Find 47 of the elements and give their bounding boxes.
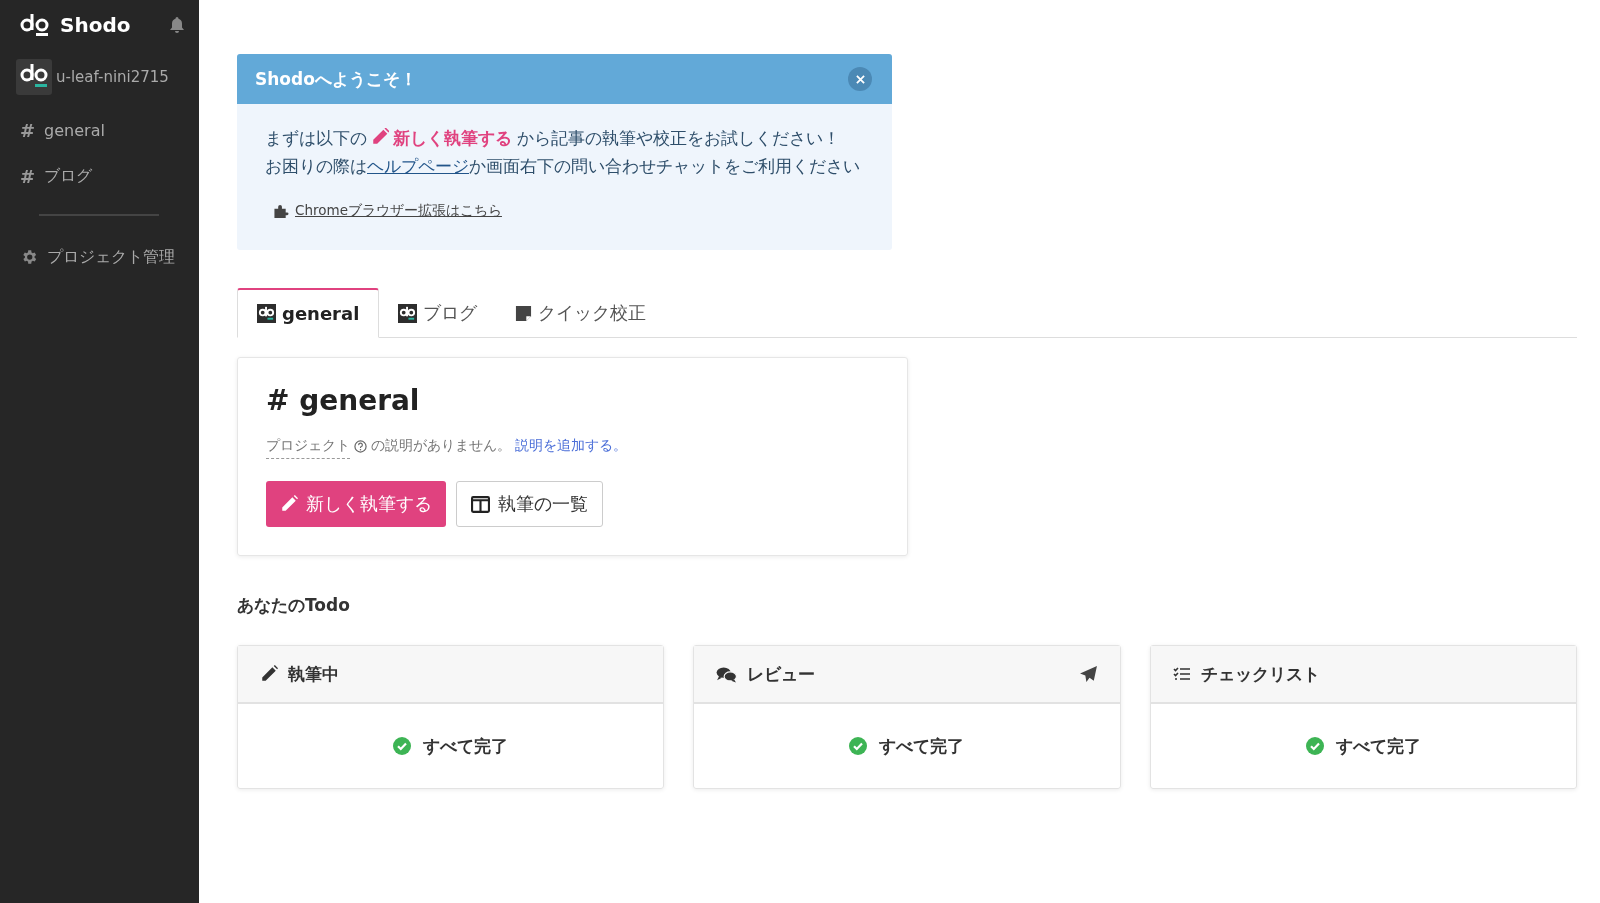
channel-item[interactable]: # ブログ (0, 153, 199, 199)
close-button[interactable] (848, 67, 872, 91)
tab[interactable]: general (237, 288, 380, 338)
pencil-icon (371, 128, 389, 146)
todo-heading: あなたのTodo (237, 594, 351, 617)
welcome-title: Shodoへようこそ！ (255, 67, 417, 91)
logo-icon (20, 13, 50, 37)
pencil-icon (260, 665, 278, 683)
status-text: すべて完了 (1335, 734, 1421, 758)
chrome-extension-link[interactable]: Chromeブラウザー拡張はこちら (295, 202, 502, 220)
add-description-link[interactable]: 説明を追加する。 (515, 437, 627, 455)
columns-icon (471, 495, 490, 513)
tab[interactable]: クイック校正 (496, 288, 666, 338)
user-item[interactable]: u-leaf-nini2715 (16, 59, 199, 95)
project-settings-item[interactable]: プロジェクト管理 (0, 234, 199, 280)
help-text: お困りの際はヘルプページか画面右下の問い合わせチャットをご利用ください (265, 155, 861, 178)
description-text: の説明がありません。 (371, 437, 511, 455)
tab[interactable]: ブログ (379, 288, 497, 338)
post-list-button[interactable]: 執筆の一覧 (456, 481, 603, 527)
card-title: レビュー (747, 662, 817, 686)
paper-plane-icon[interactable] (1078, 664, 1098, 684)
check-circle-icon (849, 737, 868, 755)
project-title: # general (266, 384, 421, 417)
project-term[interactable]: プロジェクト (266, 437, 350, 459)
app-name: Shodo (60, 13, 132, 37)
help-icon (354, 439, 367, 453)
new-post-button[interactable]: 新しく執筆する (266, 481, 446, 527)
logo-icon (257, 304, 276, 323)
status-text: すべて完了 (423, 734, 509, 758)
comments-icon (716, 665, 738, 683)
notification-bell-icon[interactable] (169, 16, 185, 34)
check-circle-icon (1305, 737, 1324, 755)
checklist-icon (1172, 666, 1191, 682)
help-page-link[interactable]: ヘルプページ (367, 156, 469, 176)
new-post-link[interactable]: 新しく執筆する (393, 128, 512, 148)
avatar-logo-icon (16, 59, 52, 95)
check-circle-icon (393, 737, 412, 755)
puzzle-icon (273, 203, 289, 219)
close-icon (855, 74, 865, 84)
status-text: すべて完了 (879, 734, 965, 758)
welcome-text: まずは以下の 新しく執筆する から記事の執筆や校正をお試しください！ (265, 127, 842, 150)
pencil-icon (280, 495, 298, 513)
card-title: チェックリスト (1200, 662, 1321, 686)
card-title: 執筆中 (288, 662, 340, 686)
channel-item[interactable]: # general (0, 107, 199, 153)
note-icon (515, 304, 533, 322)
logo-icon (398, 303, 418, 323)
